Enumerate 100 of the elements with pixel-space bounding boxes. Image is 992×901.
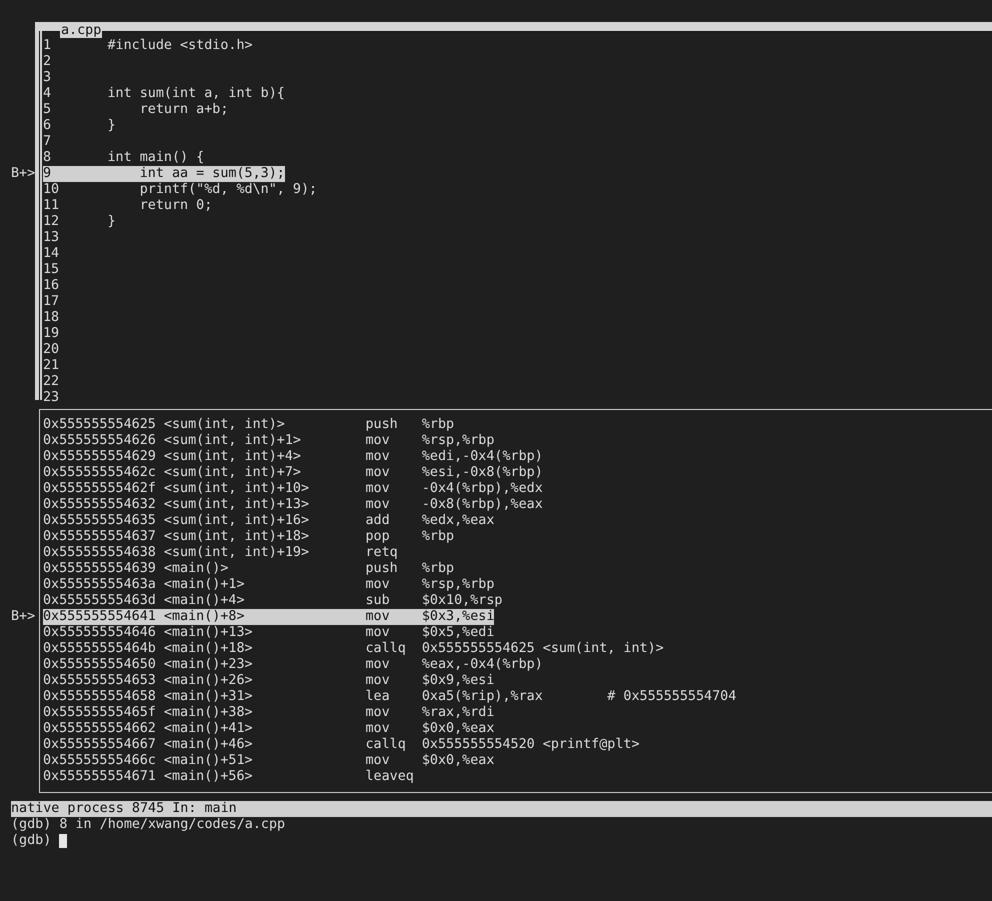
symbol-text: <main()+1> [164,577,246,593]
line-number: 20 [43,342,60,358]
address-text: 0x55555555462c [43,465,157,481]
symbol-text: <sum(int, int)+4> [164,449,302,465]
breakpoint-marker: B+> [11,609,36,625]
file-title: a.cpp [60,24,102,38]
mnemonic-text: push [365,561,399,577]
code-text: return 0; [138,198,212,214]
operand-text: %esi,-0x8(%rbp) [422,465,543,481]
operand-text: -0x8(%rbp),%eax [422,497,543,513]
symbol-text: <main()+31> [164,689,254,705]
symbol-text: <main()+4> [164,593,246,609]
mnemonic-text: sub [365,593,391,609]
console-prompt: (gdb) [11,833,52,849]
operand-text: %rsp,%rbp [422,433,494,449]
line-number: 12 [43,214,60,230]
symbol-text: <sum(int, int)+19> [164,545,310,561]
address-text: 0x555555554638 [43,545,157,561]
symbol-text: <sum(int, int)+7> [164,465,302,481]
mnemonic-text: callq [365,641,407,657]
address-text: 0x55555555463a [43,577,157,593]
address-text: 0x555555554641 [43,609,157,625]
address-text: 0x55555555466c [43,753,157,769]
line-number: 19 [43,326,60,342]
mnemonic-text: mov [365,449,391,465]
line-number: 11 [43,198,60,214]
line-number: 23 [43,390,60,406]
cursor-icon[interactable] [59,834,68,848]
operand-text: %rbp [422,561,454,577]
address-text: 0x555555554639 [43,561,157,577]
mnemonic-text: push [365,417,399,433]
symbol-text: <sum(int, int)+1> [164,433,302,449]
line-number: 7 [43,134,52,150]
status-bar: native process 8745 In: main [11,801,992,817]
code-text: int main() { [107,150,204,166]
address-text: 0x55555555464b [43,641,157,657]
comment-text: # 0x555555554704 [607,689,736,705]
operand-text: $0x0,%eax [422,753,494,769]
line-number: 1 [43,38,52,54]
operand-text: 0x555555554520 <printf@plt> [422,737,640,753]
mnemonic-text: retq [365,545,399,561]
operand-text: %rbp [422,417,454,433]
symbol-text: <main()+56> [164,769,254,785]
line-number: 17 [43,294,60,310]
operand-text: %rbp [422,529,454,545]
symbol-text: <sum(int, int)+18> [164,529,310,545]
line-number: 3 [43,70,52,86]
console-line: (gdb) 8 in /home/xwang/codes/a.cpp [11,817,286,833]
symbol-text: <main()+26> [164,673,254,689]
address-text: 0x555555554671 [43,769,157,785]
address-text: 0x555555554632 [43,497,157,513]
line-number: 16 [43,278,60,294]
operand-text: %rsp,%rbp [422,577,494,593]
mnemonic-text: mov [365,657,391,673]
line-number: 10 [43,182,60,198]
address-text: 0x55555555465f [43,705,157,721]
symbol-text: <main()+13> [164,625,254,641]
operand-text: $0x0,%eax [422,721,494,737]
mnemonic-text: mov [365,705,391,721]
mnemonic-text: lea [365,689,391,705]
mnemonic-text: leaveq [365,769,415,785]
mnemonic-text: mov [365,721,391,737]
address-text: 0x555555554646 [43,625,157,641]
line-number: 6 [43,118,52,134]
address-text: 0x555555554662 [43,721,157,737]
line-number: 5 [43,102,52,118]
line-number: 15 [43,262,60,278]
address-text: 0x555555554626 [43,433,157,449]
mnemonic-text: mov [365,497,391,513]
mnemonic-text: callq [365,737,407,753]
mnemonic-text: mov [365,577,391,593]
symbol-text: <main()+8> [164,609,246,625]
operand-text: -0x4(%rbp),%edx [422,481,543,497]
code-text: } [107,118,116,134]
line-number: 22 [43,374,60,390]
address-text: 0x555555554629 [43,449,157,465]
address-text: 0x555555554653 [43,673,157,689]
operand-text: $0x3,%esi [422,609,494,625]
address-text: 0x55555555463d [43,593,157,609]
line-number: 18 [43,310,60,326]
mnemonic-text: mov [365,481,391,497]
symbol-text: <sum(int, int)+16> [164,513,310,529]
address-text: 0x555555554637 [43,529,157,545]
operand-text: %edi,-0x4(%rbp) [422,449,543,465]
symbol-text: <sum(int, int)> [164,417,286,433]
address-text: 0x555555554650 [43,657,157,673]
operand-text: 0xa5(%rip),%rax [422,689,544,705]
symbol-text: <sum(int, int)+13> [164,497,310,513]
operand-text: $0x5,%edi [422,625,494,641]
mnemonic-text: mov [365,609,391,625]
address-text: 0x555555554658 [43,689,157,705]
operand-text: %eax,-0x4(%rbp) [422,657,543,673]
address-text: 0x55555555462f [43,481,157,497]
symbol-text: <main()+51> [164,753,254,769]
symbol-text: <sum(int, int)+10> [164,481,310,497]
line-number: 9 [43,166,52,182]
symbol-text: <main()+38> [164,705,254,721]
address-text: 0x555555554667 [43,737,157,753]
line-number: 2 [43,54,52,70]
code-text: #include <stdio.h> [107,38,253,54]
